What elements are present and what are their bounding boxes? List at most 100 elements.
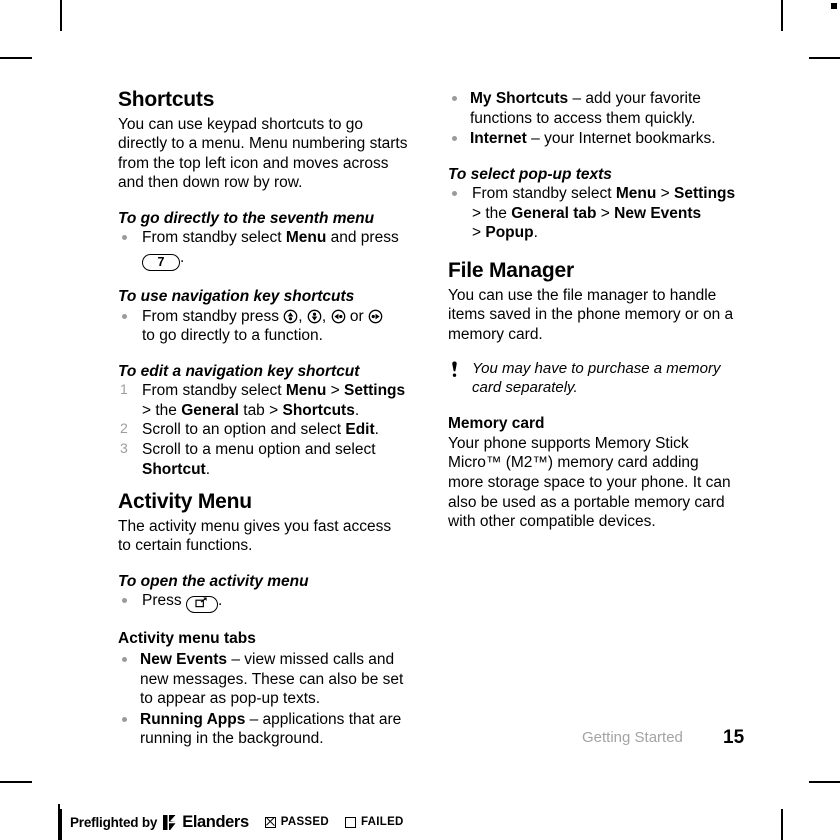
separator-1: , [298, 307, 307, 325]
step-navigation-shortcuts: From standby press , , or to go directly… [118, 307, 408, 346]
tab-name-running-apps: Running Apps [140, 710, 246, 728]
list-item: Running Apps – applications that are run… [118, 710, 408, 749]
step-text: From standby select [472, 185, 616, 203]
ui-term-settings: Settings [674, 185, 736, 203]
step-text-part2: and press [326, 229, 399, 247]
ui-term-popup: Popup [485, 224, 534, 242]
ui-term-settings: Settings [344, 382, 406, 400]
ui-term-shortcuts: Shortcuts [282, 401, 355, 419]
task-title-open-activity-menu: To open the activity menu [118, 572, 309, 590]
step-separator-2: > [596, 204, 615, 222]
task-title-seventh-menu: To go directly to the seventh menu [118, 209, 375, 227]
task-title-edit-nav-shortcut: To edit a navigation key shortcut [118, 362, 360, 380]
bullet-icon [122, 656, 127, 662]
step-open-activity-menu: Press . [118, 591, 408, 614]
step-text-part2: to go directly to a function. [142, 327, 323, 345]
bullet-icon [122, 716, 127, 722]
separator-3: or [345, 307, 368, 325]
nav-down-key-icon [307, 309, 322, 324]
page-number: 15 [723, 727, 745, 748]
note-text: You may have to purchase a memory card s… [472, 360, 721, 397]
section-heading-activity-menu: Activity Menu [118, 490, 252, 514]
step-text-part2: . [217, 592, 223, 610]
footer-section-label: Getting Started [582, 729, 683, 746]
note-callout: You may have to purchase a memory card s… [448, 360, 738, 398]
tab-name-my-shortcuts: My Shortcuts [470, 90, 569, 107]
manual-page: Shortcuts You can use keypad shortcuts t… [0, 0, 840, 840]
step-text-part1: From standby press [142, 307, 284, 325]
step-text: Scroll to an option and select [142, 421, 346, 439]
step-separator: > [326, 382, 344, 400]
passed-label: PASSED [280, 816, 329, 828]
activity-menu-intro-text: The activity menu gives you fast access … [118, 517, 392, 555]
preflight-brand-name: Elanders [182, 812, 249, 831]
bullet-icon [122, 598, 127, 604]
left-column: Shortcuts You can use keypad shortcuts t… [118, 88, 408, 749]
file-manager-intro-text: You can use the file manager to handle i… [448, 286, 734, 343]
step-text-part3: . [180, 249, 185, 266]
step-number: 3 [120, 440, 128, 456]
task-title-navigation-shortcuts: To use navigation key shortcuts [118, 288, 355, 305]
bullet-icon [452, 96, 457, 101]
checkbox-unchecked-icon[interactable] [344, 816, 356, 828]
numbered-step-3: 3 Scroll to a menu option and select Sho… [118, 440, 408, 479]
preflight-label: Preflighted by [70, 814, 158, 830]
tab-name-internet: Internet [470, 130, 527, 148]
tab-description: – your Internet bookmarks. [526, 130, 716, 148]
activity-menu-tabs-list-continued: My Shortcuts – add your favorite functio… [448, 89, 738, 149]
preflight-bar: Preflighted by Elanders PASSED FAILED [58, 804, 404, 840]
step-period: . [533, 224, 538, 242]
numbered-step-1: 1 From standby select Menu > Settings > … [118, 381, 408, 420]
shortcuts-intro-text: You can use keypad shortcuts to go direc… [118, 115, 408, 192]
ui-term-menu: Menu [615, 185, 657, 203]
separator-2: , [321, 307, 331, 325]
ui-term-menu: Menu [285, 229, 327, 247]
elanders-logo-icon [163, 814, 176, 830]
step-separator: > [656, 185, 674, 203]
bullet-icon [122, 235, 127, 241]
right-column: My Shortcuts – add your favorite functio… [448, 88, 738, 532]
tab-name-new-events: New Events [140, 650, 228, 668]
list-item: New Events – view missed calls and new m… [118, 650, 408, 709]
list-item: My Shortcuts – add your favorite functio… [448, 89, 738, 128]
checkbox-checked-icon[interactable] [264, 816, 276, 828]
section-heading-file-manager: File Manager [448, 259, 574, 283]
nav-up-key-icon [283, 309, 298, 324]
activity-menu-key-icon [185, 596, 218, 614]
failed-label: FAILED [360, 816, 404, 828]
ui-term-general: General [181, 401, 239, 419]
step-text: Scroll to a menu option and select [142, 441, 376, 458]
step-text-2: > the [142, 401, 182, 419]
step-number: 1 [120, 381, 128, 398]
keypad-7-key-icon: 7 [142, 254, 180, 271]
step-period: . [354, 401, 360, 419]
ui-term-new-events: New Events [614, 204, 702, 222]
subheading-activity-menu-tabs: Activity menu tabs [118, 630, 256, 648]
step-seventh-menu: From standby select Menu and press 7. [118, 228, 408, 271]
step-period: . [374, 421, 379, 439]
nav-left-key-icon [331, 309, 346, 324]
nav-right-key-icon [368, 309, 383, 324]
step-text-part1: From standby select [142, 229, 286, 247]
ui-term-shortcut: Shortcut [142, 460, 206, 478]
preflight-passed-checkbox[interactable]: PASSED [264, 816, 329, 828]
list-item: Internet – your Internet bookmarks. [448, 129, 738, 149]
activity-menu-tabs-list: New Events – view missed calls and new m… [118, 650, 408, 749]
step-text: From standby select [142, 382, 286, 400]
bullet-icon [122, 313, 127, 319]
section-heading-shortcuts: Shortcuts [118, 88, 215, 111]
ui-term-general-tab: General tab [511, 204, 597, 222]
ui-term-edit: Edit [345, 421, 375, 439]
step-separator-2: tab > [238, 401, 283, 419]
preflight-failed-checkbox[interactable]: FAILED [344, 816, 404, 828]
task-title-select-popup-texts: To select pop-up texts [448, 165, 612, 183]
numbered-step-2: 2 Scroll to an option and select Edit. [118, 420, 408, 440]
